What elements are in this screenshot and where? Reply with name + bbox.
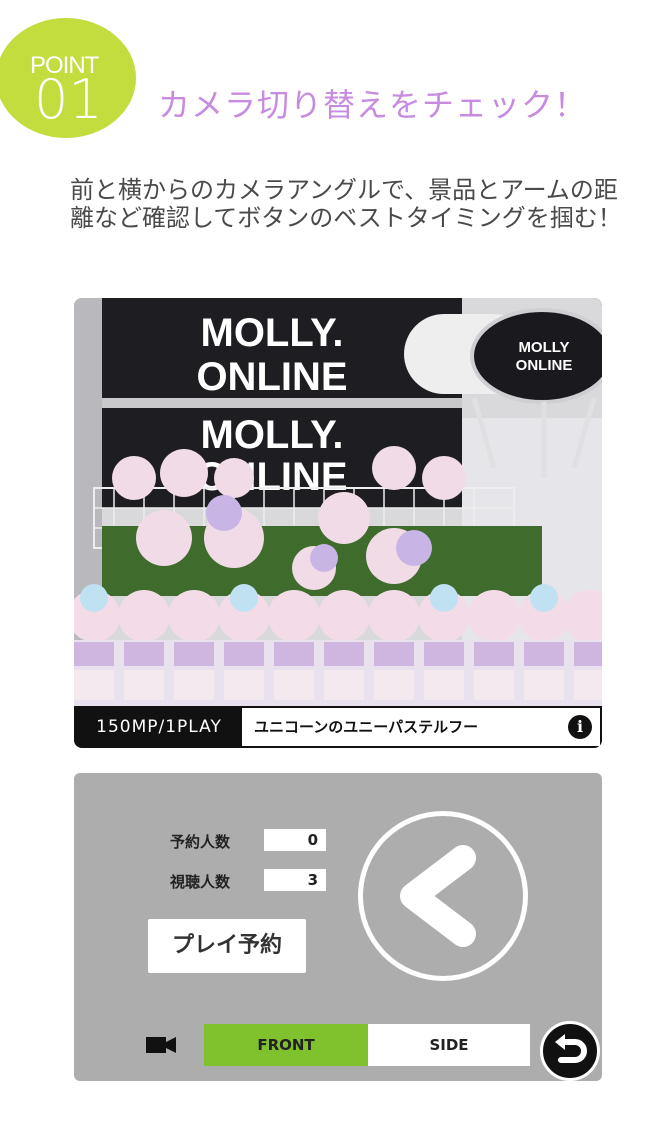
claw-logo-line2: ONLINE (516, 357, 573, 374)
reservations-label: 予約人数 (170, 833, 231, 851)
claw-machine-video: MOLLY. ONLINE MOLLY. ONLINE MOLLY ONLINE (74, 298, 602, 748)
video-camera-icon (146, 1037, 176, 1053)
sign-top-line1: MOLLY. (201, 311, 344, 355)
viewers-label: 視聴人数 (170, 873, 231, 891)
prize-info-bar: 150MP/1PLAY ユニコーンのユニーパステルフー i (74, 706, 602, 748)
info-icon[interactable]: i (568, 715, 592, 739)
sign-top-line2: ONLINE (196, 355, 347, 399)
return-button[interactable] (540, 1021, 600, 1081)
badge-number: 01 (34, 68, 103, 131)
return-arrow-icon (555, 1034, 587, 1063)
reservations-value: 0 (264, 829, 326, 851)
price-label: 150MP/1PLAY (76, 708, 242, 746)
sign-bottom-line1: MOLLY. (201, 413, 344, 457)
point-badge: POINT 01 (0, 18, 136, 138)
section-description: 前と横からのカメラアングルで、景品とアームの距離など確認してボタンのベストタイミ… (70, 176, 622, 232)
chevron-left-icon (400, 845, 476, 947)
claw-logo-line1: MOLLY (518, 339, 569, 356)
tab-front-camera[interactable]: FRONT (204, 1024, 368, 1066)
claw-machine-scene: MOLLY. ONLINE MOLLY. ONLINE MOLLY ONLINE (74, 298, 602, 706)
control-panel: 予約人数 0 視聴人数 3 プレイ予約 FRONT SIDE (74, 773, 602, 1081)
tab-side-camera[interactable]: SIDE (368, 1024, 530, 1066)
section-heading: カメラ切り替えをチェック！ (158, 86, 588, 124)
move-arrow-button[interactable] (358, 811, 528, 981)
reserve-play-button[interactable]: プレイ予約 (148, 919, 306, 973)
prize-name: ユニコーンのユニーパステルフー (254, 718, 479, 736)
viewers-value: 3 (264, 869, 326, 891)
